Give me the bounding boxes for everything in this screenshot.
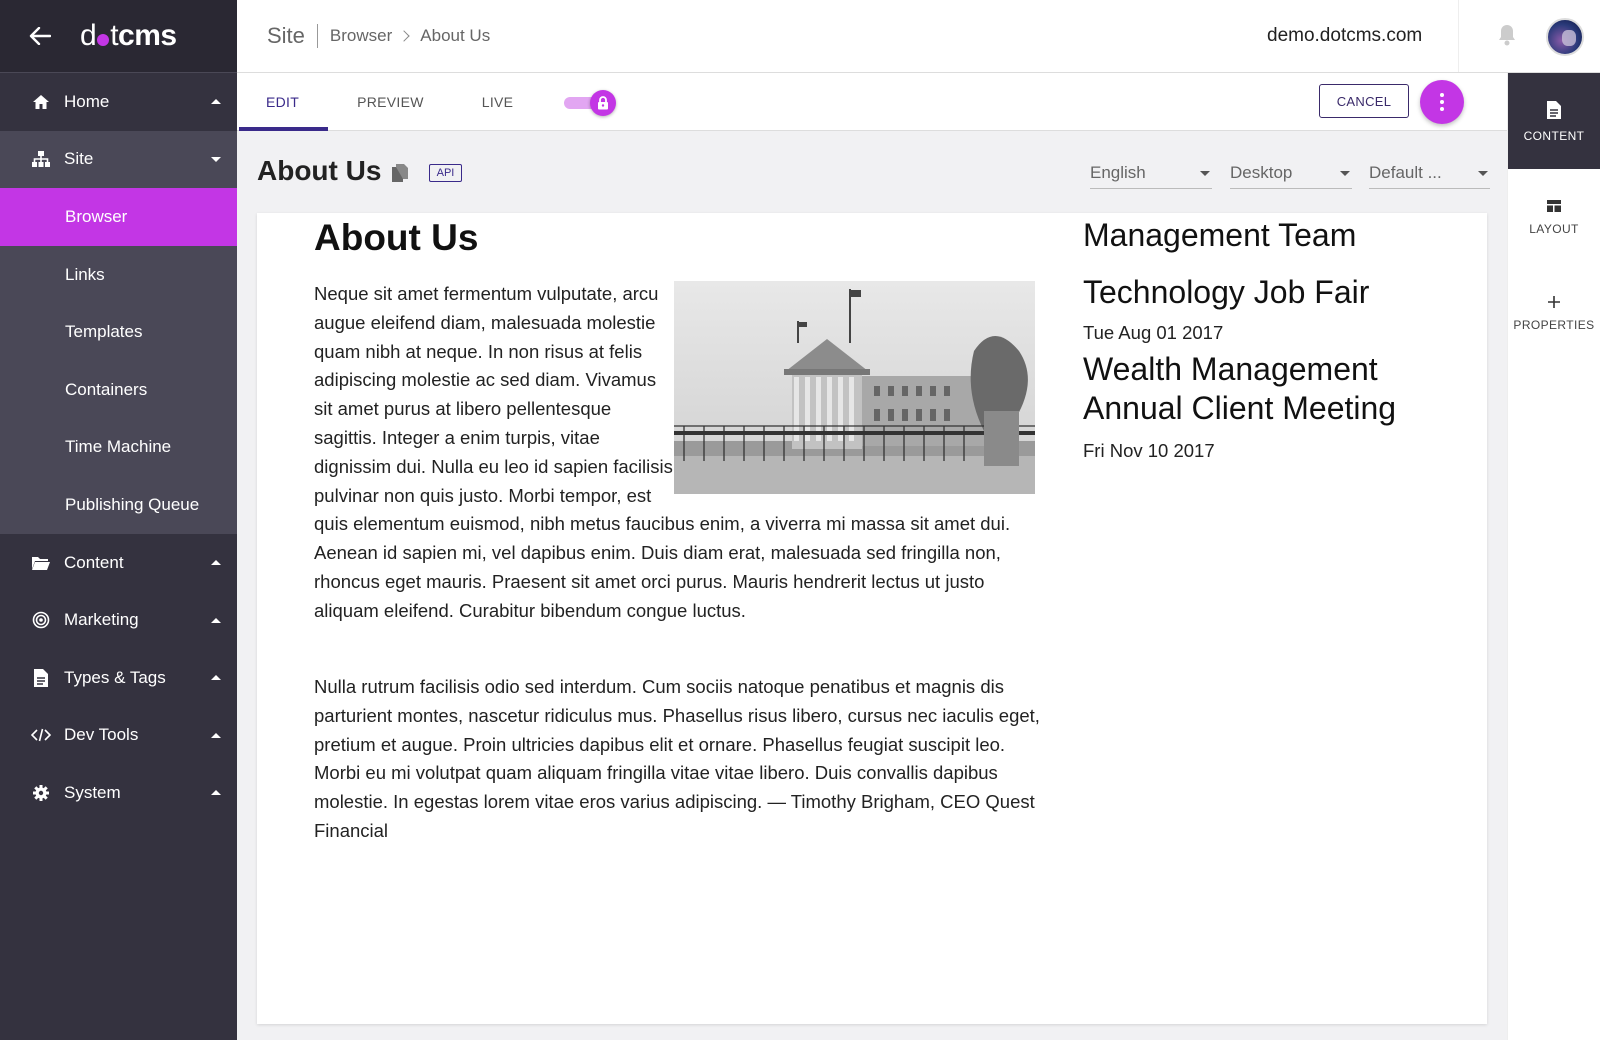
nav-system-label: System xyxy=(64,782,121,802)
plus-icon xyxy=(1547,295,1561,312)
nav-dev-tools-label: Dev Tools xyxy=(64,725,139,745)
breadcrumb-browser[interactable]: Browser xyxy=(330,26,392,46)
tab-live[interactable]: LIVE xyxy=(453,73,543,131)
topbar-divider xyxy=(1458,0,1459,72)
event-title[interactable]: Technology Job Fair xyxy=(1083,273,1463,312)
rail-layout[interactable]: LAYOUT xyxy=(1508,169,1600,265)
layout-icon xyxy=(1546,199,1562,216)
cancel-button[interactable]: CANCEL xyxy=(1319,84,1409,118)
sidebar: d t cms Home Site Browser Links Templates … xyxy=(0,0,237,1040)
rail-properties-label: PROPERTIES xyxy=(1513,317,1595,332)
device-select[interactable]: Desktop xyxy=(1230,158,1352,189)
sidebar-item-publishing-queue[interactable]: Publishing Queue xyxy=(0,476,237,534)
code-icon xyxy=(30,724,52,746)
page-canvas: About Us Neque sit amet fermentum vulput… xyxy=(257,213,1487,1024)
sitemap-icon xyxy=(30,148,52,170)
sidebar-item-links[interactable]: Links xyxy=(0,246,237,304)
rail-layout-label: LAYOUT xyxy=(1529,221,1579,236)
nav-types-tags-label: Types & Tags xyxy=(64,667,166,687)
lock-toggle[interactable] xyxy=(564,90,616,116)
nav-marketing-label: Marketing xyxy=(64,610,139,630)
more-vert-icon[interactable] xyxy=(1420,80,1464,124)
edit-toolbar: EDIT PREVIEW LIVE CANCEL xyxy=(237,73,1507,131)
document-icon xyxy=(30,667,52,689)
caret-up-icon xyxy=(211,675,221,681)
api-badge[interactable]: API xyxy=(429,164,462,182)
caret-up-icon xyxy=(211,617,221,623)
dropdown-arrow-icon xyxy=(1478,170,1488,176)
dropdown-arrow-icon xyxy=(1340,170,1350,176)
rail-content[interactable]: CONTENT xyxy=(1508,73,1600,169)
chevron-right-icon xyxy=(398,30,410,42)
language-select[interactable]: English xyxy=(1090,158,1212,189)
sidebar-item-templates[interactable]: Templates xyxy=(0,303,237,361)
tab-edit[interactable]: EDIT xyxy=(237,73,329,131)
sidebar-item-containers[interactable]: Containers xyxy=(0,361,237,419)
dotcms-logo[interactable]: d t cms xyxy=(80,19,177,53)
language-value: English xyxy=(1090,163,1146,182)
back-arrow-icon[interactable] xyxy=(0,27,80,45)
nav-site[interactable]: Site xyxy=(0,130,237,189)
rail-properties[interactable]: PROPERTIES xyxy=(1508,265,1600,361)
lock-icon xyxy=(590,90,616,116)
right-rail: CONTENT LAYOUT PROPERTIES xyxy=(1507,73,1600,1040)
nav-marketing[interactable]: Marketing xyxy=(0,591,237,649)
breadcrumb-root[interactable]: Site xyxy=(267,24,318,48)
copy-icon[interactable] xyxy=(391,163,409,188)
management-team-heading[interactable]: Management Team xyxy=(1083,215,1463,255)
folder-icon xyxy=(30,552,52,574)
sidebar-widgets: Management Team Technology Job Fair Tue … xyxy=(1083,213,1463,468)
content-paragraph-2[interactable]: Nulla rutrum facilisis odio sed interdum… xyxy=(314,673,1054,846)
sidebar-item-time-machine[interactable]: Time Machine xyxy=(0,419,237,477)
target-icon xyxy=(30,609,52,631)
nav-dev-tools[interactable]: Dev Tools xyxy=(0,706,237,765)
caret-up-icon xyxy=(211,732,221,738)
building-photo[interactable] xyxy=(674,281,1035,494)
persona-select[interactable]: Default ... xyxy=(1369,158,1490,189)
nav-site-label: Site xyxy=(64,149,94,169)
breadcrumb-current: About Us xyxy=(420,26,491,45)
dropdown-arrow-icon xyxy=(1200,170,1210,176)
nav-content-label: Content xyxy=(64,552,124,572)
content-heading[interactable]: About Us xyxy=(314,217,478,259)
caret-down-icon xyxy=(211,156,221,162)
site-host[interactable]: demo.dotcms.com xyxy=(1267,25,1422,47)
event-date: Tue Aug 01 2017 xyxy=(1083,322,1224,343)
nav-home-label: Home xyxy=(64,91,110,111)
sidebar-header: d t cms xyxy=(0,0,237,73)
file-icon xyxy=(1546,100,1562,123)
event-title[interactable]: Wealth Management Annual Client Meeting xyxy=(1083,350,1463,428)
device-value: Desktop xyxy=(1230,163,1293,182)
site-subnav: Browser Links Templates Containers Time … xyxy=(0,188,237,534)
home-icon xyxy=(30,91,52,113)
bell-icon[interactable] xyxy=(1497,23,1517,52)
top-bar: Site Browser About Us demo.dotcms.com xyxy=(237,0,1600,73)
caret-up-icon xyxy=(211,560,221,566)
nav-system[interactable]: System xyxy=(0,764,237,822)
rail-content-label: CONTENT xyxy=(1523,128,1585,143)
nav-home[interactable]: Home xyxy=(0,73,237,131)
caret-up-icon xyxy=(211,99,221,105)
sidebar-item-browser[interactable]: Browser xyxy=(0,188,237,246)
gear-icon xyxy=(30,782,52,804)
page-title: About Us xyxy=(257,155,382,186)
caret-up-icon xyxy=(211,790,221,796)
nav-content[interactable]: Content xyxy=(0,533,237,592)
tab-preview[interactable]: PREVIEW xyxy=(328,73,453,131)
nav-types-tags[interactable]: Types & Tags xyxy=(0,648,237,707)
user-avatar[interactable] xyxy=(1546,18,1584,56)
event-date: Fri Nov 10 2017 xyxy=(1083,440,1215,461)
persona-value: Default ... xyxy=(1369,163,1442,182)
